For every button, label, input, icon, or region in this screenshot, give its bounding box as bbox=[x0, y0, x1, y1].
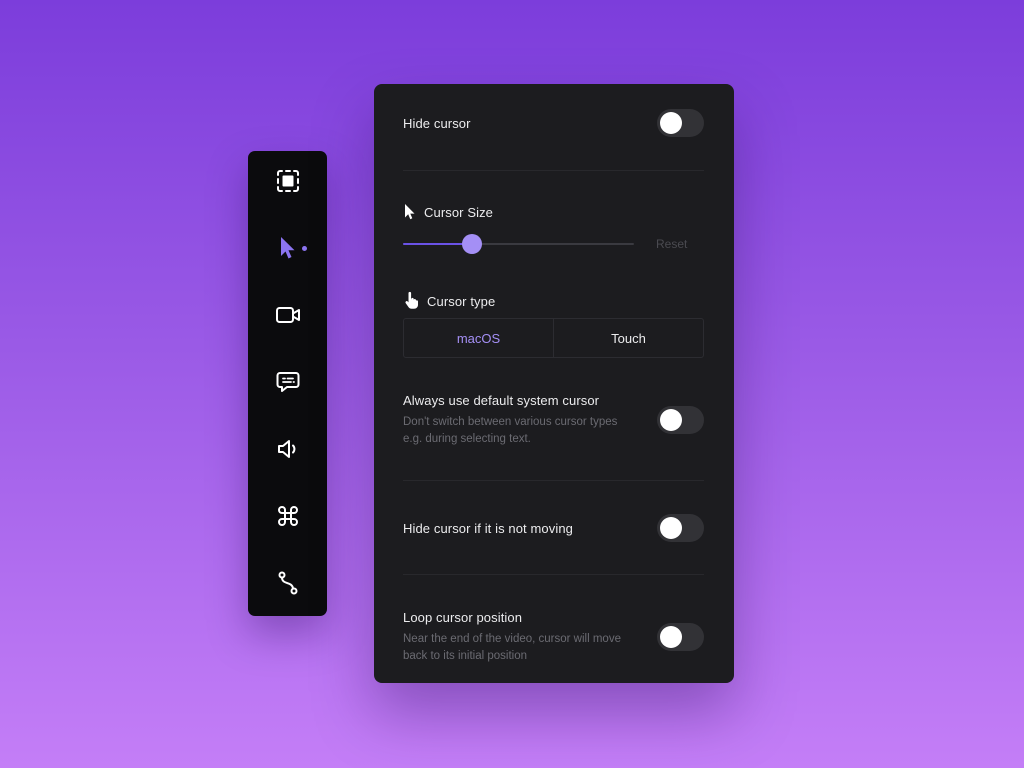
toggle-knob bbox=[660, 409, 682, 431]
cursor-size-label: Cursor Size bbox=[424, 205, 494, 220]
divider bbox=[403, 170, 704, 171]
speaker-icon bbox=[277, 440, 295, 458]
selection-frame-icon bbox=[276, 170, 299, 192]
divider bbox=[403, 480, 704, 481]
cursor-arrow-icon bbox=[405, 204, 415, 220]
cursor-type-segmented-control: macOS Touch bbox=[403, 318, 704, 358]
slider-thumb[interactable] bbox=[462, 234, 482, 254]
loop-cursor-position-label: Loop cursor position bbox=[403, 610, 523, 625]
default-system-cursor-description: Don't switch between various cursor type… bbox=[403, 416, 618, 445]
tool-path[interactable] bbox=[248, 560, 327, 606]
command-key-icon bbox=[277, 506, 298, 526]
hand-pointer-icon bbox=[405, 291, 418, 309]
loop-cursor-position-description: Near the end of the video, cursor will m… bbox=[403, 633, 621, 662]
toggle-knob bbox=[660, 112, 682, 134]
tool-audio[interactable] bbox=[248, 426, 327, 472]
hide-cursor-label: Hide cursor bbox=[403, 116, 471, 131]
hide-if-not-moving-toggle[interactable] bbox=[657, 514, 704, 542]
divider bbox=[403, 574, 704, 575]
toggle-knob bbox=[660, 517, 682, 539]
tool-sidebar bbox=[248, 151, 327, 616]
tool-camera[interactable] bbox=[248, 292, 327, 338]
cursor-type-label: Cursor type bbox=[427, 294, 496, 309]
tool-cursor[interactable] bbox=[248, 225, 327, 271]
path-curve-icon bbox=[278, 571, 297, 595]
cursor-arrow-icon bbox=[280, 237, 294, 259]
video-camera-icon bbox=[275, 307, 300, 323]
tool-selection[interactable] bbox=[248, 158, 327, 204]
cursor-type-option-macos[interactable]: macOS bbox=[404, 319, 553, 357]
tool-shortcuts[interactable] bbox=[248, 493, 327, 539]
tool-captions[interactable] bbox=[248, 359, 327, 405]
toggle-knob bbox=[660, 626, 682, 648]
default-system-cursor-label: Always use default system cursor bbox=[403, 393, 600, 408]
reset-button[interactable]: Reset bbox=[656, 237, 687, 251]
cursor-settings-panel: Hide cursor Cursor Size Reset Cursor typ… bbox=[374, 84, 734, 683]
hide-cursor-toggle[interactable] bbox=[657, 109, 704, 137]
active-indicator-dot bbox=[302, 246, 307, 251]
loop-cursor-position-toggle[interactable] bbox=[657, 623, 704, 651]
default-system-cursor-toggle[interactable] bbox=[657, 406, 704, 434]
chat-bubble-icon bbox=[276, 372, 299, 392]
hide-if-not-moving-label: Hide cursor if it is not moving bbox=[403, 521, 573, 536]
cursor-size-slider[interactable] bbox=[403, 234, 634, 254]
cursor-type-option-touch[interactable]: Touch bbox=[553, 319, 703, 357]
